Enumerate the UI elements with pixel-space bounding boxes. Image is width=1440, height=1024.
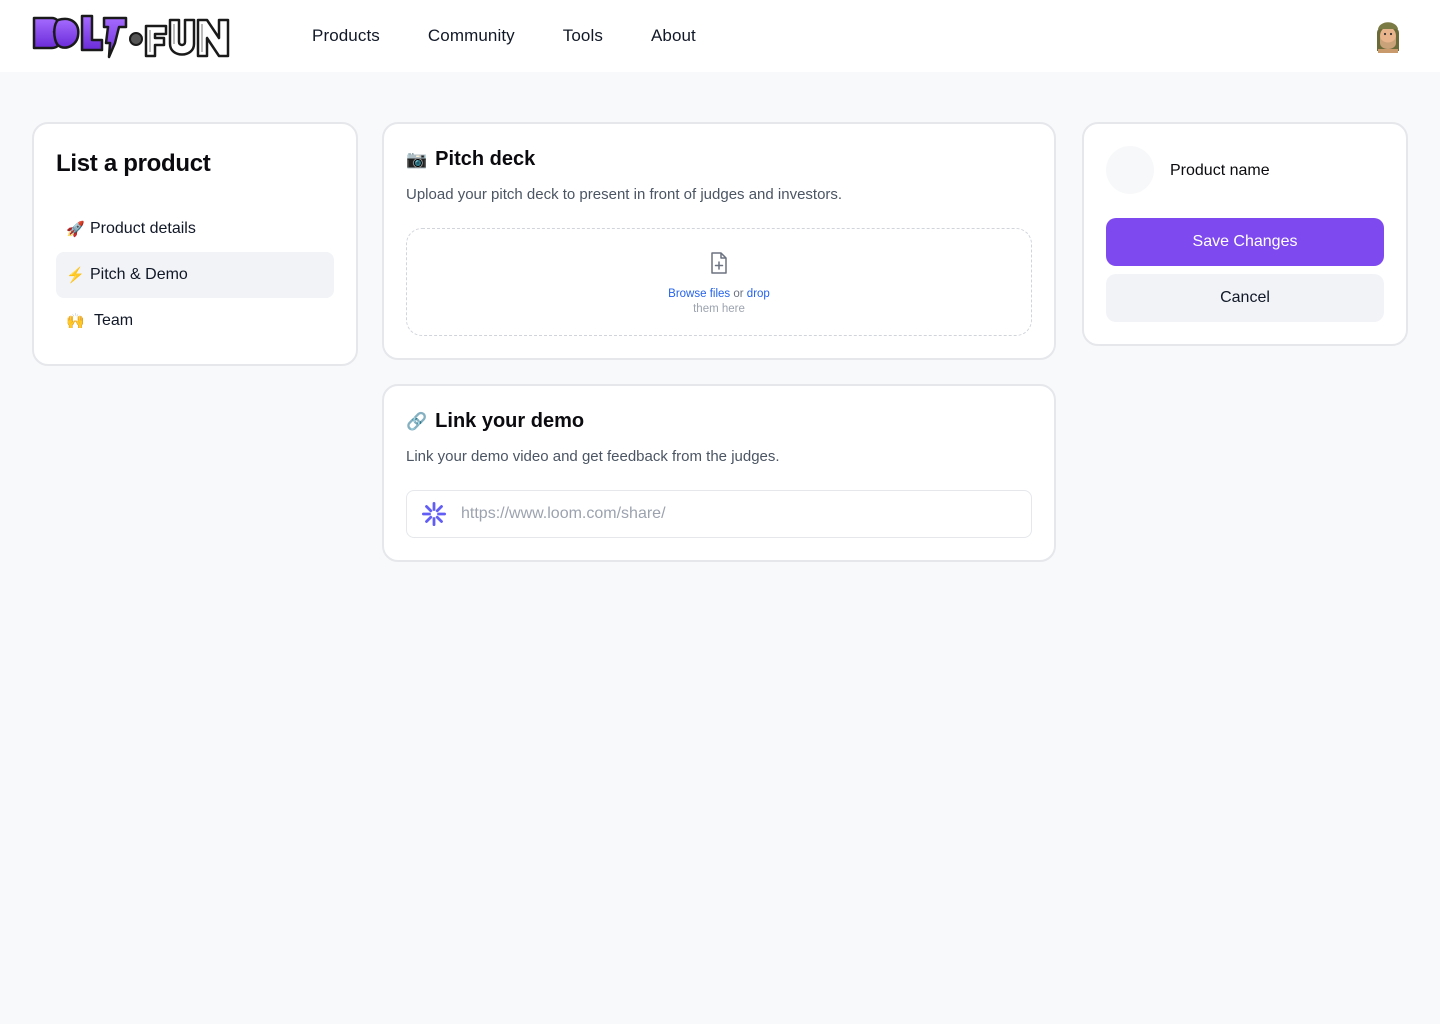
lightning-icon: ⚡ (66, 267, 85, 284)
demo-title-text: Link your demo (435, 410, 585, 432)
pitch-deck-title-text: Pitch deck (435, 148, 536, 170)
list-product-sidebar: List a product 🚀 Product details ⚡ Pitch… (32, 122, 358, 366)
nav-about[interactable]: About (651, 26, 696, 46)
user-avatar[interactable] (1367, 15, 1409, 57)
pitch-deck-dropzone[interactable]: Browse files or drop them here (406, 228, 1032, 336)
camera-icon: 📷 (406, 149, 428, 169)
sidebar-item-label: Product details (90, 220, 196, 237)
main-nav: Products Community Tools About (312, 0, 744, 72)
rocket-icon: 🚀 (66, 221, 85, 238)
link-icon: 🔗 (406, 411, 428, 431)
product-thumbnail (1106, 146, 1154, 194)
nav-tools[interactable]: Tools (563, 26, 603, 46)
sidebar-item-product-details[interactable]: 🚀 Product details (56, 206, 334, 252)
sidebar-item-pitch-demo[interactable]: ⚡ Pitch & Demo (56, 252, 334, 298)
save-changes-button[interactable]: Save Changes (1106, 218, 1384, 266)
file-plus-icon (709, 251, 729, 280)
browse-files-link[interactable]: Browse files (668, 288, 730, 300)
pitch-deck-description: Upload your pitch deck to present in fro… (406, 186, 843, 203)
raised-hands-icon: 🙌 (66, 313, 85, 330)
top-header: Products Community Tools About (0, 0, 1440, 72)
sidebar-item-team[interactable]: 🙌 Team (56, 298, 334, 344)
nav-community[interactable]: Community (428, 26, 515, 46)
sidebar-item-label: Team (94, 312, 134, 329)
pitch-deck-title: 📷 Pitch deck (406, 148, 535, 171)
sidebar-title: List a product (56, 150, 211, 177)
dropzone-instructions: Browse files or drop (668, 288, 770, 300)
bolt-fun-logo[interactable] (32, 12, 230, 60)
demo-description: Link your demo video and get feedback fr… (406, 448, 780, 465)
sidebar-item-label: Pitch & Demo (90, 266, 188, 283)
demo-title: 🔗 Link your demo (406, 410, 584, 433)
product-name: Product name (1170, 162, 1270, 179)
product-actions-card: Product name Save Changes Cancel (1082, 122, 1408, 346)
dropzone-or: or (733, 288, 744, 300)
nav-products[interactable]: Products (312, 26, 380, 46)
demo-url-input[interactable] (461, 505, 1001, 523)
cancel-button[interactable]: Cancel (1106, 274, 1384, 322)
demo-url-field (406, 490, 1032, 538)
pitch-deck-card: 📷 Pitch deck Upload your pitch deck to p… (382, 122, 1056, 360)
dropzone-suffix: them here (693, 303, 745, 315)
drop-link: drop (746, 288, 770, 300)
link-demo-card: 🔗 Link your demo Link your demo video an… (382, 384, 1056, 562)
loom-icon (421, 501, 447, 527)
